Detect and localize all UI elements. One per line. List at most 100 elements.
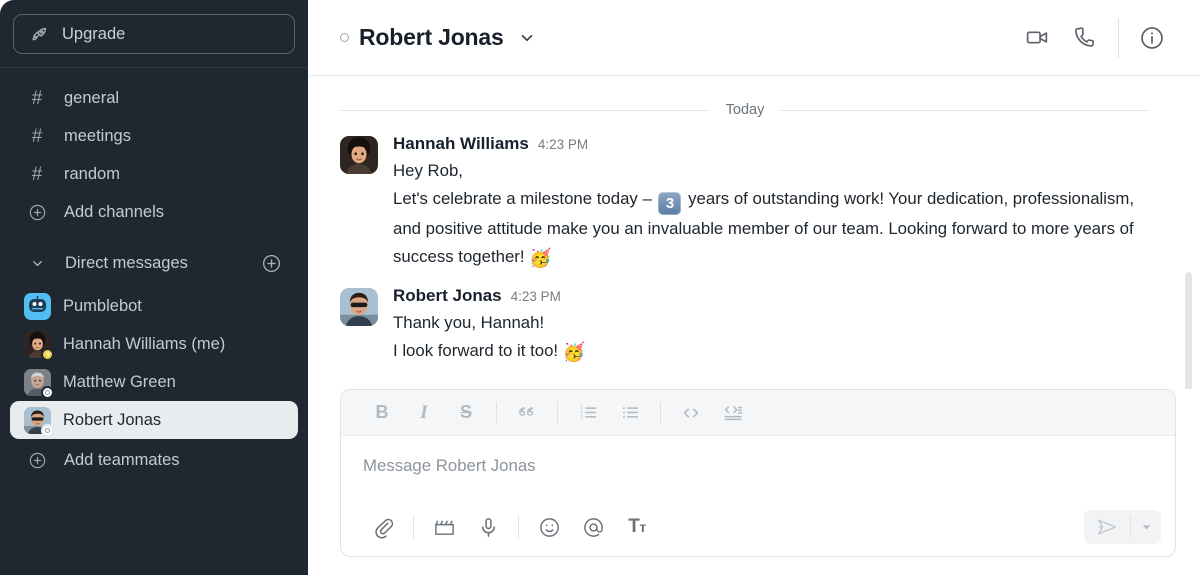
add-teammates-button[interactable]: Add teammates [10,441,298,479]
chat-application-window: Upgrade # general # meetings # random Ad… [0,0,1200,575]
toolbar-divider [660,401,661,424]
message-composer: B I S 1 2 3 Message Robert Jonas T т [340,389,1176,557]
message-body: Robert Jonas 4:23 PM Thank you, Hannah! … [393,286,1138,366]
emoji-button[interactable] [527,507,571,547]
sidebar-item-robert-jonas[interactable]: Robert Jonas [10,401,298,439]
message-timestamp: 4:23 PM [537,137,589,152]
send-group [1084,510,1161,544]
formatting-button[interactable]: Tт [615,507,659,547]
message-author: Robert Jonas [393,286,502,305]
record-audio-button[interactable] [466,507,510,547]
toolbar-divider [496,401,497,424]
sidebar-item-pumblebot[interactable]: Pumblebot [10,287,298,325]
inline-code-button[interactable] [670,396,712,430]
plus-circle-icon [26,203,48,222]
voice-call-button[interactable] [1061,14,1109,62]
status-badge [41,347,54,361]
direct-messages-label: Direct messages [65,253,188,272]
avatar [24,330,54,361]
strikethrough-button[interactable]: S [445,396,487,430]
status-badge [41,385,54,399]
sidebar-item-label: meetings [64,126,131,145]
sidebar-item-random[interactable]: # random [10,155,298,193]
message-header: Hannah Williams 4:23 PM [393,134,1138,154]
page-title: Robert Jonas [359,24,504,50]
conversation-menu-button[interactable] [518,29,536,47]
toolbar-divider [518,515,519,539]
svg-text:3: 3 [580,414,583,420]
avatar [24,368,54,399]
day-divider-label: Today [725,102,765,118]
sidebar-item-matthew-green[interactable]: Matthew Green [10,363,298,401]
video-call-button[interactable] [1013,14,1061,62]
sidebar-item-meetings[interactable]: # meetings [10,117,298,155]
header-actions [1013,14,1176,62]
conversation-header: Robert Jonas [308,0,1200,76]
mention-button[interactable] [571,507,615,547]
sidebar-item-label: Add teammates [64,450,180,469]
status-indicator-icon [340,33,349,42]
sidebar-item-hannah-williams[interactable]: Hannah Williams (me) [10,325,298,363]
day-divider: Today [340,102,1170,118]
header-divider [1118,17,1119,58]
message-text: Let's celebrate a milestone today – 3 ye… [393,185,1138,272]
sidebar-item-general[interactable]: # general [10,79,298,117]
hash-icon: # [31,163,43,185]
message-body: Hannah Williams 4:23 PM Hey Rob, Let's c… [393,134,1138,272]
sidebar-item-label: Matthew Green [63,372,176,391]
record-video-button[interactable] [422,507,466,547]
hash-icon: # [31,125,43,147]
bullet-list-button[interactable] [609,396,651,430]
toolbar-divider [413,515,414,539]
plus-circle-icon [26,451,48,470]
message-text-part: Let's celebrate a milestone today – [393,189,657,208]
add-direct-message-button[interactable] [261,253,282,274]
send-button[interactable] [1084,510,1130,544]
sidebar-item-label: Robert Jonas [63,410,162,429]
bold-button[interactable]: B [361,396,403,430]
message-list: Today Hannah Williams 4:23 PM Hey Rob, L… [308,76,1200,389]
avatar [24,292,51,320]
add-channels-button[interactable]: Add channels [10,193,298,231]
avatar [24,406,54,437]
sidebar-item-label: Pumblebot [63,296,142,315]
formatting-toolbar: B I S 1 2 3 [341,390,1175,436]
attach-file-button[interactable] [361,507,405,547]
message-list-scrollbar[interactable] [1185,272,1192,389]
party-face-emoji: 🥳 [529,248,552,268]
message: Robert Jonas 4:23 PM Thank you, Hannah! … [340,286,1170,366]
sidebar: Upgrade # general # meetings # random Ad… [0,0,308,575]
direct-message-list: Pumblebot Hannah Williams (me) Matthew G… [0,287,308,479]
direct-messages-section-header[interactable]: Direct messages [10,241,298,285]
rocket-icon [30,25,49,44]
conversation-info-button[interactable] [1128,14,1176,62]
message-text: I look forward to it too! 🥳 [393,337,1138,366]
avatar [340,136,378,174]
upgrade-label: Upgrade [62,24,126,43]
composer-actions: Tт [341,498,1175,556]
party-face-emoji: 🥳 [562,342,586,362]
message-timestamp: 4:23 PM [510,289,561,304]
message-text-part: I look forward to it too! [393,341,563,360]
keycap-number-emoji: 3 [658,192,682,215]
code-block-button[interactable] [712,396,754,430]
send-options-button[interactable] [1131,510,1161,544]
divider-line [340,109,710,111]
message-input[interactable]: Message Robert Jonas [341,436,1175,498]
message-composer-container: B I S 1 2 3 Message Robert Jonas T т [308,389,1200,575]
ordered-list-button[interactable]: 1 2 3 [567,396,609,430]
italic-button[interactable]: I [403,396,445,430]
message: Hannah Williams 4:23 PM Hey Rob, Let's c… [340,134,1170,272]
channel-list: # general # meetings # random Add channe… [0,68,308,231]
chevron-down-icon [26,256,48,271]
sidebar-item-label: random [64,164,120,183]
blockquote-button[interactable] [506,396,548,430]
message-header: Robert Jonas 4:23 PM [393,286,1138,306]
upgrade-button[interactable]: Upgrade [13,14,295,54]
sidebar-item-label: Add channels [64,202,164,221]
sidebar-item-label: Hannah Williams (me) [63,334,226,353]
sidebar-item-label: general [64,88,120,107]
toolbar-divider [557,401,558,424]
hash-icon: # [31,87,43,109]
conversation-pane: Robert Jonas Today Hannah Williams 4:23 … [308,0,1200,575]
